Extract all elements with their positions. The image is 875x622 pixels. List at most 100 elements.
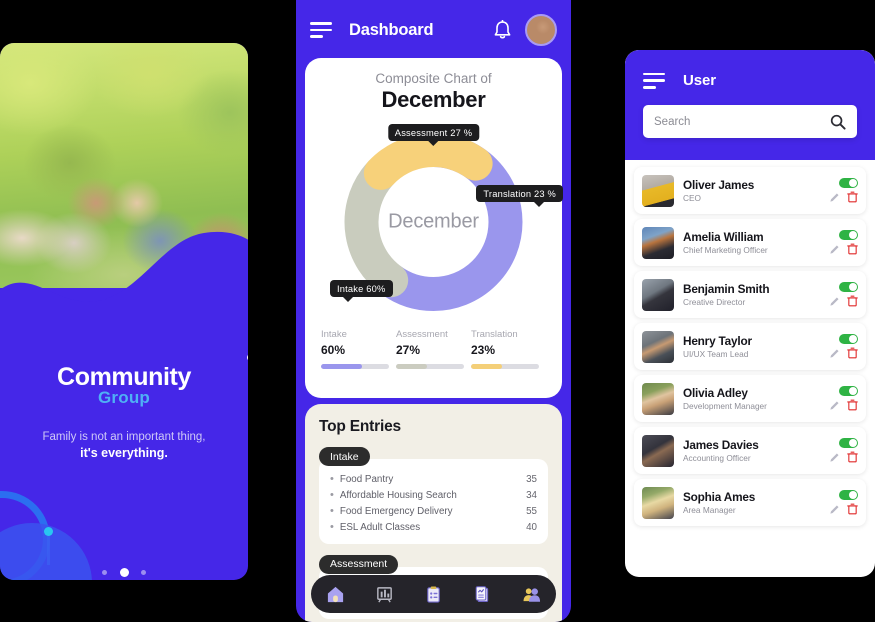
user-name: Benjamin Smith [683,281,770,296]
user-info: Henry Taylor UI/UX Team Lead [683,334,829,360]
table-row[interactable]: Sophia Ames Area Manager [634,479,866,526]
user-info: Benjamin Smith Creative Director [683,282,829,308]
carousel-dot-1[interactable] [102,570,108,576]
tagline-line1: Family is not an important thing, [42,431,206,443]
entry-name: ESL Adult Classes [339,522,421,534]
row-icon-group [829,243,858,255]
list-item[interactable]: • Affordable Housing Search 34 [330,487,537,503]
user-role: Development Manager [683,401,767,412]
row-actions [829,386,858,411]
entry-count: 40 [526,522,537,534]
toggle-switch-on[interactable] [839,386,858,396]
section-title: Top Entries [319,418,401,435]
pencil-edit-icon[interactable] [829,192,840,203]
brand-dot-icon [247,354,248,361]
user-info: Amelia William Chief Marketing Officer [683,230,829,256]
group-tag: Assessment [319,554,399,574]
stat-label: Intake [321,329,347,340]
trash-delete-icon[interactable] [847,191,858,203]
toggle-switch-on[interactable] [839,178,858,188]
row-icon-group [829,503,858,515]
pencil-edit-icon[interactable] [829,348,840,359]
user-panel-titlerow: User [643,72,857,89]
trash-delete-icon[interactable] [847,243,858,255]
dashboard-header: Dashboard [296,0,571,60]
notification-bell-icon[interactable] [493,19,512,41]
carousel-dot-2[interactable] [119,568,129,578]
stat-assessment: Assessment 27% [396,329,471,369]
bar-chart-icon[interactable] [375,585,394,604]
carousel-dot-3[interactable] [140,570,146,576]
user-name: James Davies [683,437,759,452]
chart-label-translation: Translation 23 % [476,185,563,202]
user-name: Oliver James [683,177,755,192]
list-item[interactable]: • Food Pantry 35 [330,471,537,487]
entry-name: Food Pantry [339,473,394,485]
pencil-edit-icon[interactable] [829,400,840,411]
tagline: Family is not an important thing, it's e… [0,431,248,460]
table-row[interactable]: Olivia Adley Development Manager [634,375,866,422]
toggle-switch-on[interactable] [839,438,858,448]
user-list-panel: User Oliver James CEO [625,50,875,577]
trash-delete-icon[interactable] [847,451,858,463]
bullet-icon: • [330,504,334,517]
row-icon-group [829,295,858,307]
search-icon[interactable] [830,114,846,130]
row-icon-group [829,399,858,411]
bottom-navigation [311,575,556,613]
avatar [642,278,674,311]
table-row[interactable]: Oliver James CEO [634,167,866,214]
user-info: Oliver James CEO [683,178,829,204]
table-row[interactable]: Amelia William Chief Marketing Officer [634,219,866,266]
table-row[interactable]: Benjamin Smith Creative Director [634,271,866,318]
pencil-edit-icon[interactable] [829,452,840,463]
search-bar[interactable] [643,105,857,138]
toggle-switch-on[interactable] [839,334,858,344]
trash-delete-icon[interactable] [847,295,858,307]
list-item[interactable]: • Food Emergency Delivery 55 [330,503,537,519]
toggle-switch-on[interactable] [839,230,858,240]
user-role: Accounting Officer [683,453,751,464]
toggle-switch-on[interactable] [839,282,858,292]
dashboard-panel: Dashboard Composite Chart of December De… [296,0,571,622]
entry-count: 35 [526,473,537,485]
pencil-edit-icon[interactable] [829,504,840,515]
hamburger-icon[interactable] [643,72,665,89]
users-group-icon[interactable] [522,585,541,604]
home-icon[interactable] [326,585,345,604]
donut-chart: December Assessment 27 % Translation 23 … [306,119,563,325]
entry-count: 55 [526,505,537,517]
user-role: Area Manager [683,505,736,516]
search-input[interactable] [654,115,830,128]
table-row[interactable]: James Davies Accounting Officer [634,427,866,474]
row-actions [829,230,858,255]
row-actions [829,178,858,203]
hamburger-icon[interactable] [310,22,332,38]
stat-value: 23% [471,343,496,357]
avatar [642,174,674,207]
carousel-dots[interactable] [0,564,248,580]
pencil-edit-icon[interactable] [829,296,840,307]
trash-delete-icon[interactable] [847,399,858,411]
clipboard-list-icon[interactable] [424,585,443,604]
user-avatar[interactable] [525,14,557,46]
entry-name: Affordable Housing Search [339,489,457,501]
trash-delete-icon[interactable] [847,503,858,515]
report-document-icon[interactable] [473,585,492,604]
screenshot-stage: Community Group Family is not an importa… [0,0,875,622]
bullet-icon: • [330,472,334,485]
pencil-edit-icon[interactable] [829,244,840,255]
page-title: User [683,72,716,89]
list-item[interactable]: • ESL Adult Classes 40 [330,520,537,536]
stat-value: 60% [321,343,346,357]
stat-value: 27% [396,343,421,357]
header-actions [493,14,557,46]
row-actions [829,490,858,515]
row-icon-group [829,191,858,203]
trash-delete-icon[interactable] [847,347,858,359]
avatar [642,382,674,415]
toggle-switch-on[interactable] [839,490,858,500]
chart-label-assessment: Assessment 27 % [387,124,480,141]
table-row[interactable]: Henry Taylor UI/UX Team Lead [634,323,866,370]
row-actions [829,282,858,307]
